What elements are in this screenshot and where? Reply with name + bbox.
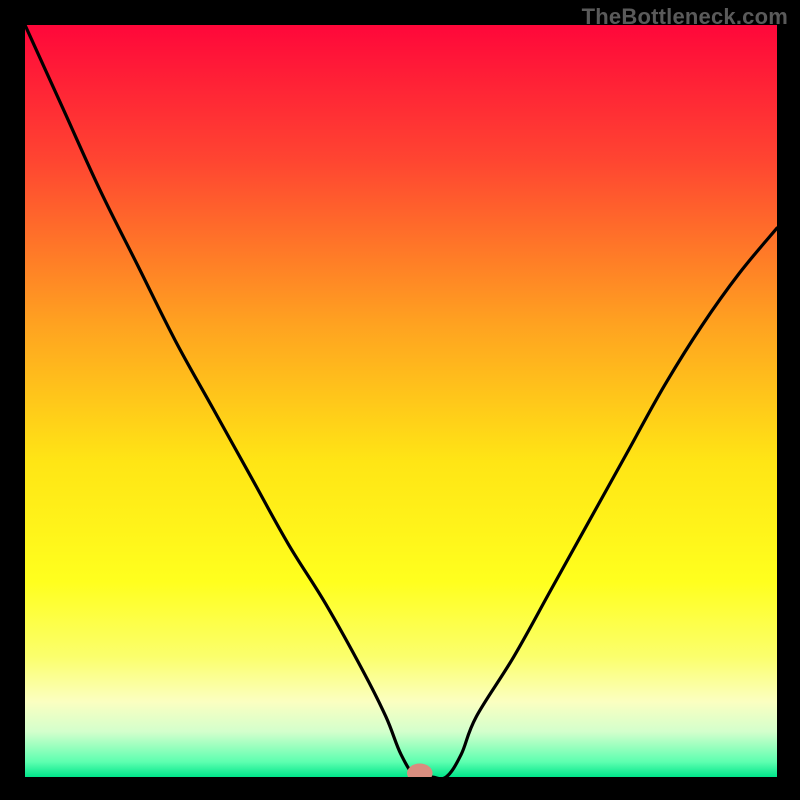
chart-container: TheBottleneck.com <box>0 0 800 800</box>
chart-svg <box>25 25 777 777</box>
gradient-background <box>25 25 777 777</box>
plot-area <box>25 25 777 777</box>
